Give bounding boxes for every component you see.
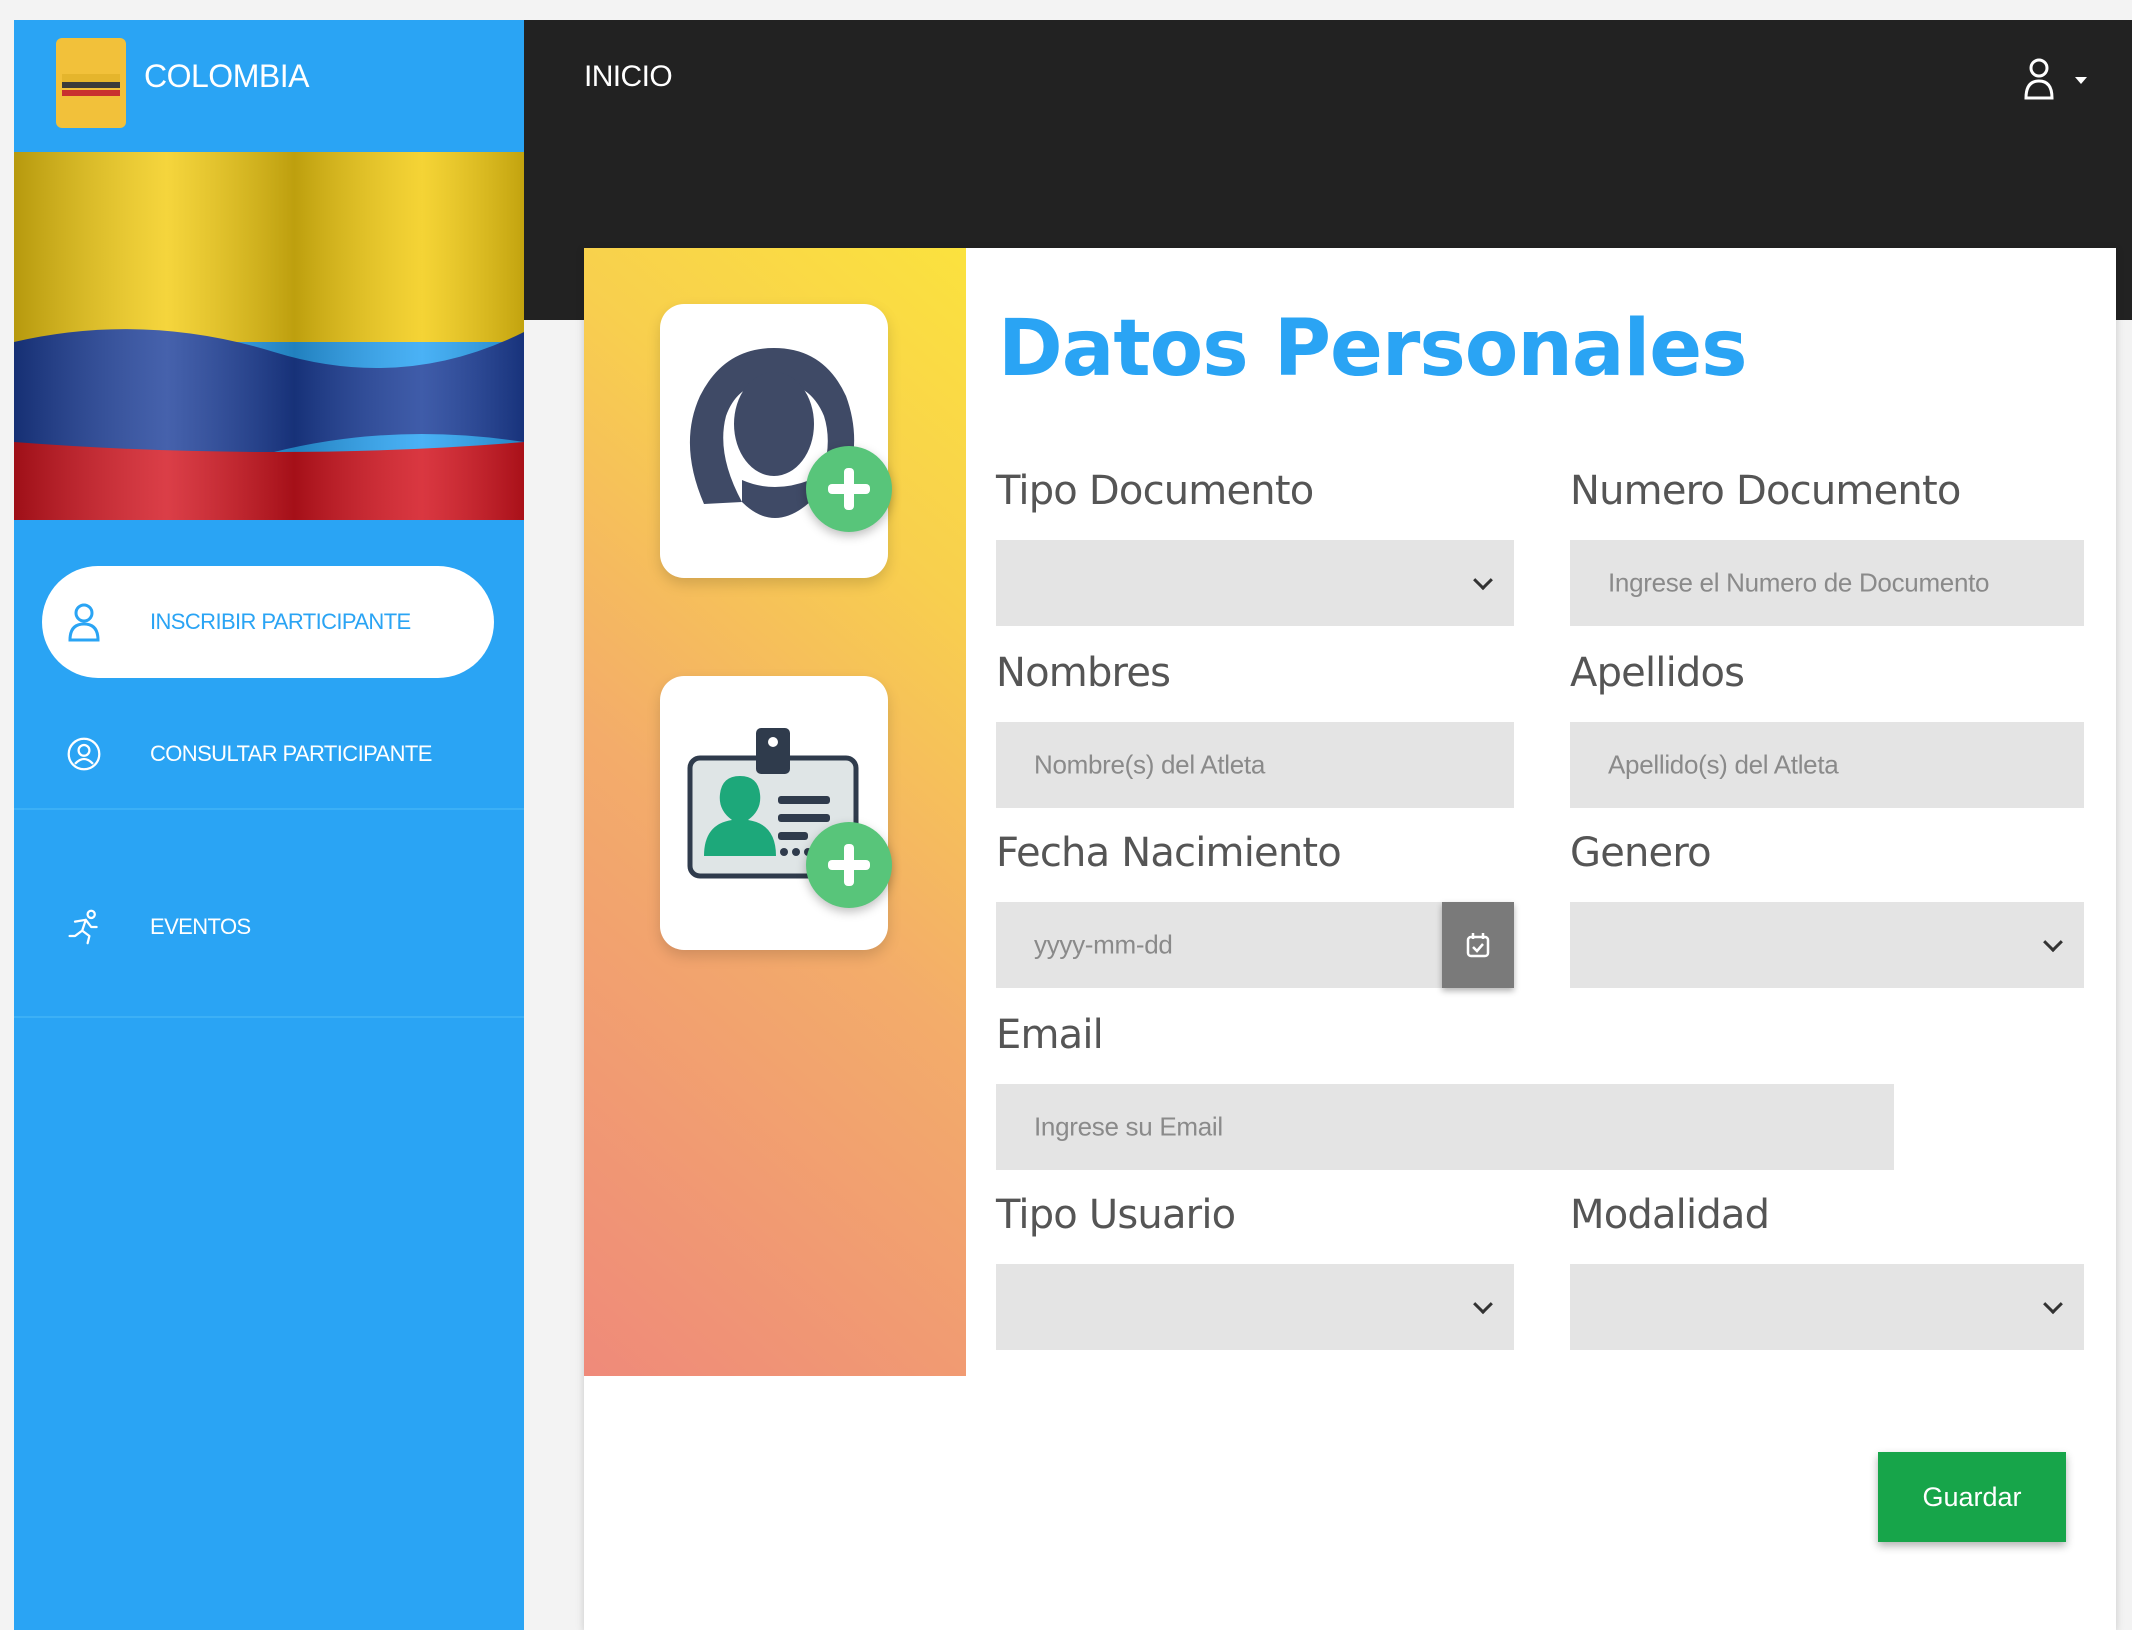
add-id-icon: [806, 822, 892, 908]
brand-title: COLOMBIA: [144, 58, 309, 94]
chevron-down-icon: [1473, 570, 1493, 591]
save-button[interactable]: Guardar: [1878, 1452, 2066, 1542]
personal-data-card: Datos Personales Tipo Documento Numero D…: [584, 248, 2116, 1630]
chevron-down-icon: [1473, 1294, 1493, 1315]
add-photo-icon: [806, 446, 892, 532]
sidebar-item-eventos[interactable]: EVENTOS: [14, 838, 524, 1018]
modalidad-select[interactable]: [1570, 1264, 2084, 1350]
user-menu[interactable]: [2022, 56, 2092, 102]
numero-documento-input[interactable]: Ingrese el Numero de Documento: [1570, 540, 2084, 626]
upload-panel: [584, 248, 966, 1376]
user-circle-icon: [67, 737, 101, 771]
upload-id-button[interactable]: [660, 676, 892, 950]
sidebar-item-consultar-participante[interactable]: CONSULTAR PARTICIPANTE: [14, 700, 524, 810]
genero-label: Genero: [1570, 830, 1712, 876]
avatar-placeholder-icon: [689, 348, 855, 518]
chevron-down-icon: [2043, 932, 2063, 953]
fecha-nacimiento-input[interactable]: yyyy-mm-dd: [996, 902, 1514, 988]
apellidos-input[interactable]: Apellido(s) del Atleta: [1570, 722, 2084, 808]
chevron-down-icon: [2043, 1294, 2063, 1315]
calendar-button[interactable]: [1442, 902, 1514, 988]
sidebar-item-inscribir-participante[interactable]: INSCRIBIR PARTICIPANTE: [42, 566, 494, 678]
tipo-documento-label: Tipo Documento: [996, 468, 1314, 514]
fecha-nacimiento-label: Fecha Nacimiento: [996, 830, 1342, 876]
calendar-icon: [1466, 933, 1490, 958]
email-input[interactable]: Ingrese su Email: [996, 1084, 1894, 1170]
genero-select[interactable]: [1570, 902, 2084, 988]
sidebar-item-label: INSCRIBIR PARTICIPANTE: [150, 609, 411, 634]
user-icon: [2024, 58, 2054, 100]
sidebar: COLOMBIA INSCRIBIR PARTICIPANTE CONSULTA…: [14, 20, 524, 1630]
sidebar-item-label: CONSULTAR PARTICIPANTE: [150, 741, 432, 766]
upload-photo-button[interactable]: [660, 304, 892, 578]
nombres-input[interactable]: Nombre(s) del Atleta: [996, 722, 1514, 808]
nombres-label: Nombres: [996, 650, 1171, 696]
runner-icon: [68, 909, 98, 945]
user-icon: [68, 603, 100, 642]
apellidos-label: Apellidos: [1570, 650, 1745, 696]
brand-logo: [56, 38, 126, 128]
email-label: Email: [996, 1012, 1104, 1058]
form-title: Datos Personales: [998, 304, 1748, 394]
email-placeholder: Ingrese su Email: [1034, 1111, 1223, 1142]
brand[interactable]: COLOMBIA: [14, 20, 524, 152]
id-card-icon: [687, 728, 859, 879]
app-window: COLOMBIA INSCRIBIR PARTICIPANTE CONSULTA…: [0, 0, 2132, 1630]
colombia-flag-image: [14, 152, 524, 520]
breadcrumb-inicio[interactable]: INICIO: [584, 60, 673, 94]
tipo-usuario-select[interactable]: [996, 1264, 1514, 1350]
caret-down-icon: [2075, 77, 2087, 84]
tipo-usuario-label: Tipo Usuario: [996, 1192, 1236, 1238]
nombres-placeholder: Nombre(s) del Atleta: [1034, 749, 1265, 780]
fecha-nacimiento-placeholder: yyyy-mm-dd: [1034, 929, 1173, 960]
apellidos-placeholder: Apellido(s) del Atleta: [1608, 749, 1839, 780]
sidebar-item-label: EVENTOS: [150, 914, 251, 939]
modalidad-label: Modalidad: [1570, 1192, 1770, 1238]
numero-documento-label: Numero Documento: [1570, 468, 1961, 514]
numero-documento-placeholder: Ingrese el Numero de Documento: [1608, 567, 1990, 598]
tipo-documento-select[interactable]: [996, 540, 1514, 626]
